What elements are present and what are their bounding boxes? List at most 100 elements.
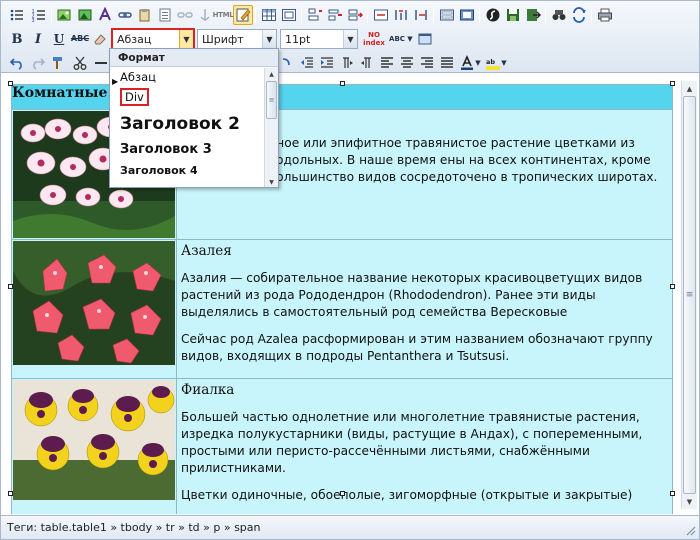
- format-option-paragraph[interactable]: ▶ Абзац: [110, 67, 278, 87]
- print-icon[interactable]: [595, 5, 615, 25]
- insert-flash-icon[interactable]: [95, 5, 115, 25]
- hr-icon[interactable]: [411, 5, 431, 25]
- description-cell[interactable]: Фиалка Большей частью однолетние или мно…: [176, 378, 673, 514]
- format-option-heading-2[interactable]: Заголовок 2: [110, 109, 278, 139]
- format-option-div[interactable]: Div: [110, 87, 278, 109]
- split-cells-icon[interactable]: [391, 5, 411, 25]
- spellcheck-button[interactable]: ABC: [387, 29, 407, 49]
- paragraph[interactable]: Цветки одиночные, обоеполые, зигоморфные…: [181, 487, 668, 504]
- resize-grip-icon[interactable]: [684, 524, 696, 536]
- bullet-list-icon[interactable]: [7, 5, 27, 25]
- resize-handle[interactable]: [340, 81, 345, 86]
- italic-button[interactable]: I: [28, 29, 48, 49]
- resize-handle[interactable]: [670, 491, 675, 496]
- fullscreen-icon[interactable]: [415, 29, 435, 49]
- export-icon[interactable]: [523, 5, 543, 25]
- resize-handle[interactable]: [8, 81, 13, 86]
- size-select[interactable]: 11pt ▼: [280, 29, 358, 49]
- tag-path[interactable]: Теги: table.table1 » tbody » tr » td » p…: [7, 521, 261, 534]
- format-dropdown[interactable]: Формат ▶ Абзац Div Заголовок 2 Заголовок…: [109, 48, 279, 188]
- align-center-icon[interactable]: [397, 53, 417, 73]
- eraser-icon[interactable]: [90, 29, 110, 49]
- scroll-down-icon[interactable]: ▼: [682, 494, 697, 509]
- resize-handle[interactable]: [340, 491, 345, 496]
- horizontal-line-icon[interactable]: [91, 53, 111, 73]
- insert-column-icon[interactable]: [345, 5, 365, 25]
- html-source-icon[interactable]: HTML: [213, 5, 234, 25]
- insert-image-icon[interactable]: [55, 5, 75, 25]
- paste-icon[interactable]: [135, 5, 155, 25]
- scroll-up-icon[interactable]: ▲: [682, 81, 697, 96]
- chevron-down-icon[interactable]: ▼: [405, 29, 415, 49]
- table-properties-icon[interactable]: [279, 5, 299, 25]
- chevron-down-icon[interactable]: ▼: [179, 30, 193, 48]
- description-cell[interactable]: Азалея Азалия — собирательное название н…: [176, 239, 673, 379]
- paragraph[interactable]: Азалия — собирательное название некоторы…: [181, 270, 668, 321]
- resize-handle[interactable]: [8, 284, 13, 289]
- layers-icon[interactable]: [457, 5, 477, 25]
- save-icon[interactable]: [503, 5, 523, 25]
- table-icon[interactable]: [259, 5, 279, 25]
- flash-icon[interactable]: [483, 5, 503, 25]
- align-left-icon[interactable]: [377, 53, 397, 73]
- cut-icon[interactable]: [70, 53, 90, 73]
- strikethrough-button[interactable]: ABC: [70, 29, 90, 49]
- redo-icon[interactable]: [28, 53, 48, 73]
- form-icon[interactable]: [437, 5, 457, 25]
- editor-content[interactable]: Комнатные олетнее наземное или эпифитное…: [1, 74, 699, 514]
- dropdown-scrollbar[interactable]: ▲ ≡ ▼: [264, 68, 278, 187]
- chevron-down-icon[interactable]: ▼: [343, 30, 357, 48]
- scroll-thumb[interactable]: ≡: [266, 81, 277, 119]
- paragraph[interactable]: Сейчас род Azalea расформирован и этим н…: [181, 331, 668, 365]
- outdent-icon[interactable]: [297, 53, 317, 73]
- insert-image-map-icon[interactable]: [75, 5, 95, 25]
- html-editor: 123 HTML B I U ABC Абзац ▼ Шрифт ▼ 11pt …: [0, 0, 700, 540]
- chevron-down-icon[interactable]: ▼: [473, 53, 483, 73]
- delete-row-icon[interactable]: [325, 5, 345, 25]
- scroll-thumb[interactable]: ≡: [683, 96, 696, 494]
- paste-text-icon[interactable]: [155, 5, 175, 25]
- plant-title[interactable]: Фиалка: [181, 382, 668, 399]
- resize-handle[interactable]: [8, 491, 13, 496]
- edit-mode-icon[interactable]: [233, 5, 253, 25]
- replace-icon[interactable]: [569, 5, 589, 25]
- format-painter-icon[interactable]: [49, 53, 69, 73]
- link-icon[interactable]: [277, 53, 297, 73]
- resize-handle[interactable]: [670, 81, 675, 86]
- underline-button[interactable]: U: [49, 29, 69, 49]
- azalea-photo[interactable]: [13, 241, 175, 365]
- merge-cells-icon[interactable]: [371, 5, 391, 25]
- bold-button[interactable]: B: [7, 29, 27, 49]
- editor-toolbars: 123 HTML B I U ABC Абзац ▼ Шрифт ▼ 11pt …: [1, 1, 699, 73]
- plant-title[interactable]: Азалея: [181, 243, 668, 260]
- undo-icon[interactable]: [7, 53, 27, 73]
- ltr-icon[interactable]: [337, 53, 357, 73]
- format-option-label: Div: [120, 88, 149, 106]
- format-select[interactable]: Абзац ▼: [111, 28, 195, 50]
- chevron-down-icon[interactable]: ▼: [262, 30, 276, 48]
- align-right-icon[interactable]: [417, 53, 437, 73]
- font-select[interactable]: Шрифт ▼: [197, 29, 277, 49]
- chevron-down-icon[interactable]: ▼: [499, 53, 509, 73]
- numbered-list-icon[interactable]: 123: [29, 5, 49, 25]
- image-cell[interactable]: [11, 239, 177, 379]
- insert-row-icon[interactable]: [305, 5, 325, 25]
- image-cell[interactable]: [11, 378, 177, 514]
- indent-icon[interactable]: [317, 53, 337, 73]
- format-option-heading-3[interactable]: Заголовок 3: [110, 139, 278, 161]
- find-icon[interactable]: [549, 5, 569, 25]
- noindex-button[interactable]: NO index: [363, 29, 385, 49]
- format-option-heading-4[interactable]: Заголовок 4: [110, 161, 278, 181]
- vertical-scrollbar[interactable]: ▲ ≡ ▼: [681, 81, 697, 509]
- rtl-icon[interactable]: [357, 53, 377, 73]
- scroll-up-icon[interactable]: ▲: [265, 68, 278, 80]
- noindex-label: NO index: [363, 31, 385, 47]
- insert-link-icon[interactable]: [115, 5, 135, 25]
- paragraph[interactable]: Большей частью однолетние или многолетни…: [181, 409, 668, 477]
- toolbar-row-3: ▼ ab ▼: [1, 51, 699, 75]
- unlink-icon[interactable]: [175, 5, 195, 25]
- pansy-photo[interactable]: [13, 380, 175, 500]
- align-justify-icon[interactable]: [437, 53, 457, 73]
- scroll-down-icon[interactable]: ▼: [265, 176, 278, 187]
- resize-handle[interactable]: [670, 284, 675, 289]
